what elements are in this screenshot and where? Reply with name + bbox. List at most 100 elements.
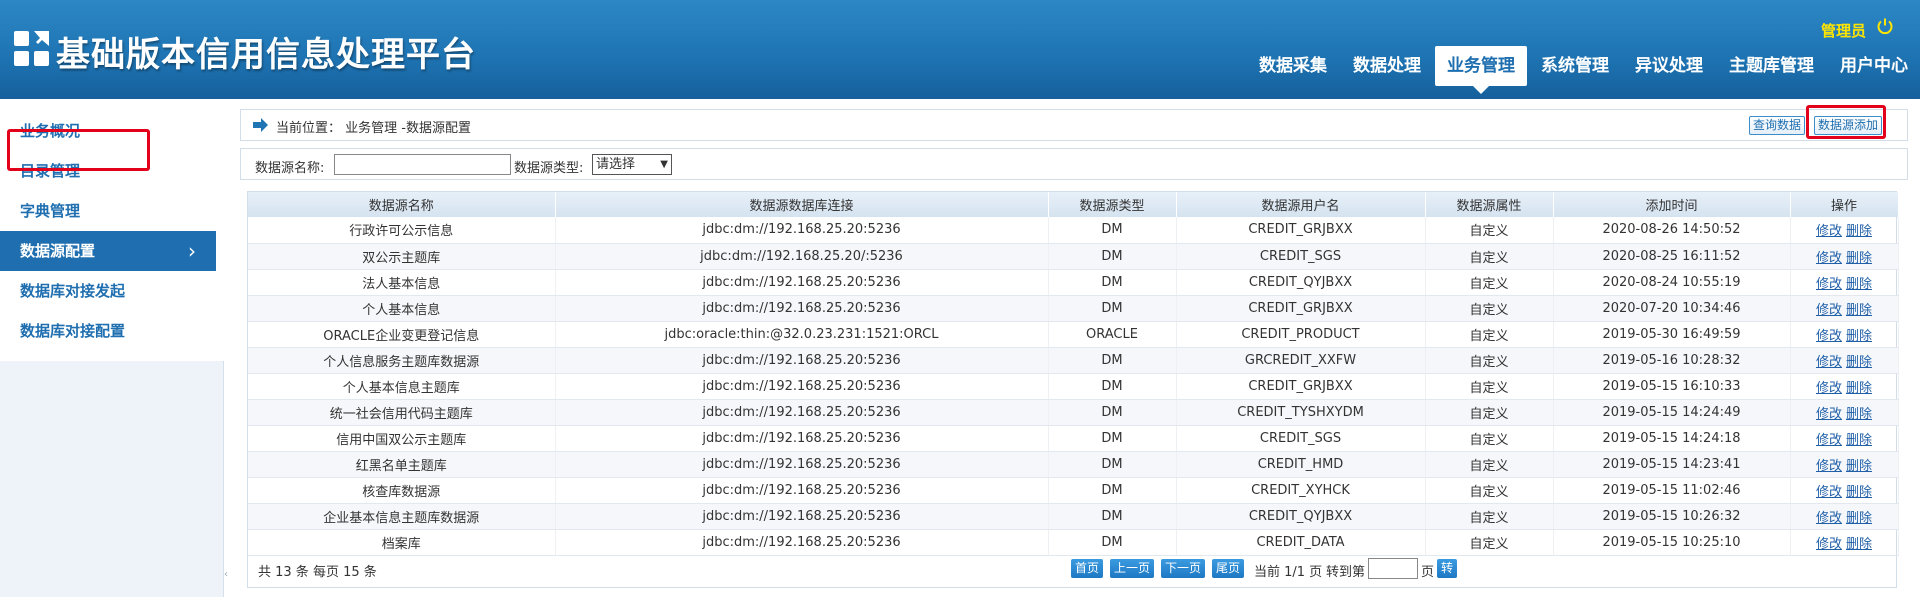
cell-added-time: 2019-05-15 11:02:46 — [1553, 477, 1791, 504]
nav-data-process[interactable]: 数据处理 — [1341, 46, 1433, 86]
cell-attribute: 自定义 — [1425, 425, 1554, 452]
edit-link[interactable]: 修改 — [1816, 224, 1842, 239]
edit-link[interactable]: 修改 — [1816, 303, 1842, 318]
cell-added-time: 2019-05-15 10:26:32 — [1553, 503, 1791, 530]
table-row: 信用中国双公示主题库 jdbc:dm://192.168.25.20:5236 DM… — [248, 425, 1899, 452]
cell-name: 个人信息服务主题库数据源 — [248, 347, 556, 374]
nav-data-collect[interactable]: 数据采集 — [1247, 46, 1339, 86]
nav-theme-db[interactable]: 主题库管理 — [1717, 46, 1826, 86]
current-page-text: 当前 1/1 页 — [1254, 565, 1323, 580]
datasource-name-input[interactable] — [334, 154, 511, 175]
table-row: 行政许可公示信息 jdbc:dm://192.168.25.20:5236 DM CR… — [248, 217, 1899, 244]
datasource-type-select[interactable]: 请选择 ▼ — [592, 154, 672, 175]
cell-actions: 修改 删除 — [1790, 321, 1899, 348]
nav-objection[interactable]: 异议处理 — [1623, 46, 1715, 86]
column-header: 数据源数据库连接 — [555, 192, 1049, 217]
table-row: 核查库数据源 jdbc:dm://192.168.25.20:5236 DM CRED… — [248, 477, 1899, 504]
edit-link[interactable]: 修改 — [1816, 511, 1842, 526]
edit-link[interactable]: 修改 — [1816, 433, 1842, 448]
edit-link[interactable]: 修改 — [1816, 459, 1842, 474]
cell-username: CREDIT_HMD — [1176, 451, 1426, 478]
cell-connection: jdbc:dm://192.168.25.20:5236 — [555, 295, 1049, 322]
query-data-button[interactable]: 查询数据 — [1749, 116, 1806, 135]
nav-system-manage[interactable]: 系统管理 — [1529, 46, 1621, 86]
cell-username: CREDIT_GRJBXX — [1176, 373, 1426, 400]
delete-link[interactable]: 删除 — [1846, 407, 1872, 422]
cell-connection: jdbc:dm://192.168.25.20:5236 — [555, 503, 1049, 530]
cell-actions: 修改 删除 — [1790, 295, 1899, 322]
edit-link[interactable]: 修改 — [1816, 485, 1842, 500]
cell-attribute: 自定义 — [1425, 243, 1554, 270]
cell-actions: 修改 删除 — [1790, 451, 1899, 478]
delete-link[interactable]: 删除 — [1846, 251, 1872, 266]
delete-link[interactable]: 删除 — [1846, 433, 1872, 448]
sidebar-item-dictionary[interactable]: 字典管理 — [0, 191, 224, 231]
next-page-button[interactable]: 下一页 — [1161, 559, 1206, 578]
delete-link[interactable]: 删除 — [1846, 511, 1872, 526]
edit-link[interactable]: 修改 — [1816, 277, 1842, 292]
prev-page-button[interactable]: 上一页 — [1110, 559, 1155, 578]
app-title: 基础版本信用信息处理平台 — [56, 35, 476, 75]
cell-type: ORACLE — [1048, 321, 1177, 348]
delete-link[interactable]: 删除 — [1846, 303, 1872, 318]
delete-link[interactable]: 删除 — [1846, 485, 1872, 500]
cell-added-time: 2019-05-30 16:49:59 — [1553, 321, 1791, 348]
last-page-button[interactable]: 尾页 — [1212, 559, 1245, 578]
cell-actions: 修改 删除 — [1790, 529, 1899, 556]
delete-link[interactable]: 删除 — [1846, 329, 1872, 344]
cell-attribute: 自定义 — [1425, 269, 1554, 296]
sidebar-item-catalog[interactable]: 目录管理 — [0, 151, 224, 191]
cell-attribute: 自定义 — [1425, 321, 1554, 348]
first-page-button[interactable]: 首页 — [1071, 559, 1104, 578]
sidebar-item-db-connect-init[interactable]: 数据库对接发起 — [0, 271, 224, 311]
pager-info: 共 13 条 每页 15 条 — [258, 565, 377, 580]
edit-link[interactable]: 修改 — [1816, 251, 1842, 266]
sidebar-item-db-connect-config[interactable]: 数据库对接配置 — [0, 311, 224, 351]
edit-link[interactable]: 修改 — [1816, 329, 1842, 344]
table-row: ORACLE企业变更登记信息 jdbc:oracle:thin:@32.0.23.… — [248, 321, 1899, 348]
edit-link[interactable]: 修改 — [1816, 407, 1842, 422]
cell-name: 个人基本信息 — [248, 295, 556, 322]
add-datasource-button[interactable]: 数据源添加 — [1814, 116, 1883, 135]
cell-type: DM — [1048, 529, 1177, 556]
delete-link[interactable]: 删除 — [1846, 355, 1872, 370]
delete-link[interactable]: 删除 — [1846, 381, 1872, 396]
cell-actions: 修改 删除 — [1790, 399, 1899, 426]
cell-name: 个人基本信息主题库 — [248, 373, 556, 400]
edit-link[interactable]: 修改 — [1816, 355, 1842, 370]
column-header: 数据源类型 — [1048, 192, 1177, 217]
delete-link[interactable]: 删除 — [1846, 277, 1872, 292]
chevron-right-icon: › — [188, 239, 196, 263]
cell-added-time: 2019-05-15 14:24:49 — [1553, 399, 1791, 426]
cell-actions: 修改 删除 — [1790, 373, 1899, 400]
sidebar-item-overview[interactable]: 业务概况 — [0, 111, 224, 151]
cell-added-time: 2019-05-15 14:23:41 — [1553, 451, 1791, 478]
delete-link[interactable]: 删除 — [1846, 537, 1872, 552]
edit-link[interactable]: 修改 — [1816, 537, 1842, 552]
pagination: 共 13 条 每页 15 条 首页 上一页 下一页 尾页 当前 1/1 页 转到… — [248, 556, 1898, 580]
cell-connection: jdbc:dm://192.168.25.20:5236 — [555, 529, 1049, 556]
logo-icon — [14, 31, 49, 66]
collapse-handle-icon[interactable]: ‹ — [224, 569, 230, 587]
sidebar-menu: 业务概况 目录管理 字典管理 数据源配置 › 数据库对接发起 数据库对接配置 — [0, 99, 224, 361]
goto-page-input[interactable] — [1368, 558, 1418, 579]
delete-link[interactable]: 删除 — [1846, 224, 1872, 239]
cell-attribute: 自定义 — [1425, 295, 1554, 322]
cell-connection: jdbc:dm://192.168.25.20:5236 — [555, 217, 1049, 244]
goto-button[interactable]: 转 — [1437, 559, 1458, 578]
power-icon[interactable] — [1876, 17, 1894, 35]
nav-user-center[interactable]: 用户中心 — [1828, 46, 1920, 86]
sidebar-item-label: 数据库对接发起 — [20, 282, 126, 300]
cell-attribute: 自定义 — [1425, 217, 1554, 244]
user-name[interactable]: 管理员 — [1821, 20, 1866, 41]
cell-name: 法人基本信息 — [248, 269, 556, 296]
cell-added-time: 2019-05-15 10:25:10 — [1553, 529, 1791, 556]
cell-name: 核查库数据源 — [248, 477, 556, 504]
cell-username: CREDIT_TYSHXYDM — [1176, 399, 1426, 426]
nav-business-manage[interactable]: 业务管理 — [1435, 46, 1527, 94]
page-unit-label: 页 — [1421, 565, 1435, 580]
edit-link[interactable]: 修改 — [1816, 381, 1842, 396]
delete-link[interactable]: 删除 — [1846, 459, 1872, 474]
sidebar-item-label: 数据库对接配置 — [20, 322, 126, 340]
sidebar-item-datasource[interactable]: 数据源配置 › — [0, 231, 216, 271]
